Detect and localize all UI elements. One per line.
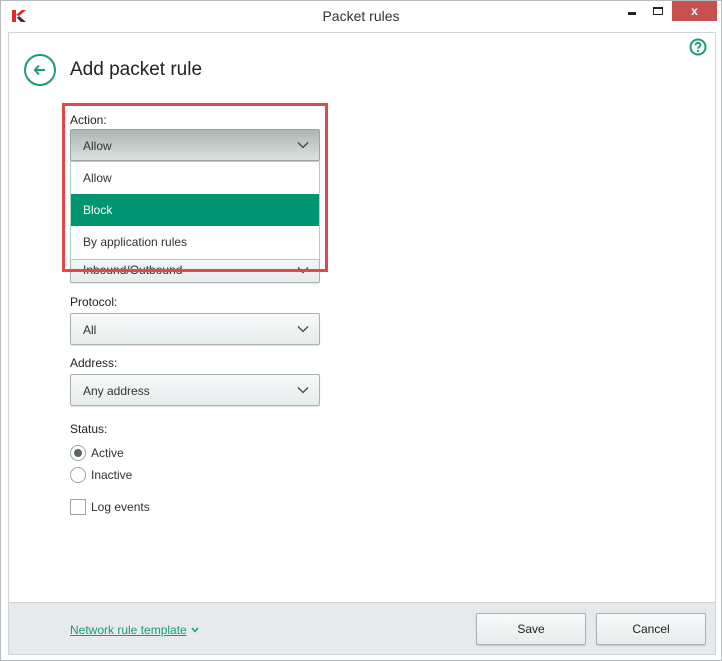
save-button[interactable]: Save bbox=[476, 613, 586, 645]
address-label: Address: bbox=[70, 356, 118, 370]
window-title: Packet rules bbox=[322, 8, 400, 24]
action-option-by-application-rules[interactable]: By application rules bbox=[71, 226, 319, 258]
network-rule-template-link[interactable]: Network rule template bbox=[70, 623, 187, 637]
address-select-value: Any address bbox=[83, 384, 150, 398]
chevron-down-icon bbox=[297, 387, 309, 394]
back-button[interactable] bbox=[24, 54, 56, 86]
action-dropdown-list: Allow Block By application rules bbox=[70, 161, 320, 260]
packet-rules-window: Packet rules x Add packet rule Action: A… bbox=[0, 0, 722, 661]
chevron-down-icon bbox=[297, 267, 309, 274]
close-button[interactable]: x bbox=[672, 1, 717, 21]
close-icon: x bbox=[691, 4, 698, 18]
chevron-down-icon bbox=[297, 142, 309, 149]
log-events-label[interactable]: Log events bbox=[91, 500, 150, 514]
action-select[interactable]: Allow bbox=[70, 129, 320, 161]
status-inactive-label[interactable]: Inactive bbox=[91, 468, 132, 482]
action-option-block[interactable]: Block bbox=[71, 194, 319, 226]
status-active-label[interactable]: Active bbox=[91, 446, 124, 460]
status-inactive-radio[interactable] bbox=[70, 467, 86, 483]
protocol-label: Protocol: bbox=[70, 295, 118, 309]
chevron-down-icon[interactable] bbox=[191, 627, 199, 633]
title-bar: Packet rules x bbox=[1, 1, 721, 32]
status-label: Status: bbox=[70, 422, 108, 436]
maximize-icon bbox=[653, 7, 663, 15]
action-select-value: Allow bbox=[83, 139, 112, 153]
direction-select-value: Inbound/Outbound bbox=[83, 263, 183, 277]
address-select[interactable]: Any address bbox=[70, 374, 320, 406]
chevron-down-icon bbox=[297, 326, 309, 333]
cancel-button[interactable]: Cancel bbox=[596, 613, 706, 645]
action-label: Action: bbox=[70, 113, 107, 127]
maximize-button[interactable] bbox=[645, 1, 671, 21]
arrow-left-icon bbox=[33, 64, 45, 76]
minimize-button[interactable] bbox=[619, 1, 645, 21]
page-title: Add packet rule bbox=[70, 59, 203, 80]
log-events-checkbox[interactable] bbox=[70, 499, 86, 515]
status-active-radio[interactable] bbox=[70, 445, 86, 461]
content-panel: Add packet rule Action: Allow Inbound/Ou… bbox=[8, 32, 716, 602]
action-option-allow[interactable]: Allow bbox=[71, 162, 319, 194]
protocol-select-value: All bbox=[83, 323, 97, 337]
help-icon[interactable] bbox=[689, 38, 707, 56]
footer-bar: Network rule template Save Cancel bbox=[8, 602, 716, 655]
protocol-select[interactable]: All bbox=[70, 313, 320, 345]
minimize-icon bbox=[628, 11, 636, 15]
